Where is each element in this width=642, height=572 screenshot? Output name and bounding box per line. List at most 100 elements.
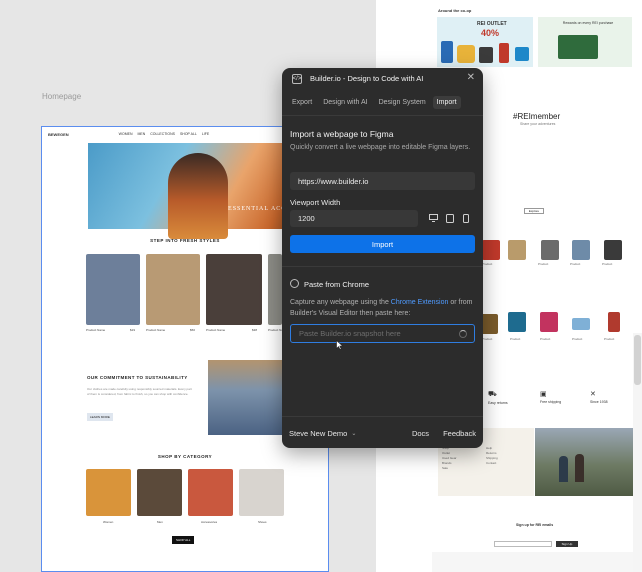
shop-all-button: SHOP ALL <box>172 536 195 544</box>
product-thumb <box>604 240 622 260</box>
signup-title: Sign up for REI emails <box>516 523 554 527</box>
hero-image <box>168 153 228 239</box>
service-shipping: ▣ Free shipping <box>540 390 561 404</box>
promo-discount: 40% <box>481 28 500 38</box>
close-icon[interactable]: ✕ <box>467 73 475 83</box>
footer-photo <box>535 428 633 496</box>
product-name: Product Name <box>86 328 106 332</box>
explore-button: Explore <box>524 208 544 214</box>
footer-link: Contact <box>486 461 497 465</box>
page-footer <box>432 552 642 572</box>
category-tile <box>86 469 131 516</box>
product-label: Product <box>482 337 493 341</box>
product-label: Product <box>510 337 521 341</box>
dialog-tabs: Export Design with AI Design System Impo… <box>282 93 483 111</box>
nav-link: SHOP ALL <box>179 132 197 136</box>
paste-snapshot-input[interactable]: Paste Builder.io snapshot here <box>290 324 475 343</box>
product-name: Product Name <box>146 328 166 332</box>
product-label: Product <box>540 337 551 341</box>
service-label: Free shipping <box>540 400 562 404</box>
category-label: Accessories <box>201 520 218 524</box>
loading-spinner-icon <box>459 330 467 338</box>
import-heading: Import a webpage to Figma <box>290 129 394 139</box>
builder-plugin-dialog: </> Builder.io - Design to Code with AI … <box>282 68 483 448</box>
service-label: Easy returns <box>488 401 508 405</box>
divider <box>282 115 483 116</box>
box-icon: ▣ <box>540 391 547 398</box>
nav-link: LIFE <box>201 132 210 136</box>
sustainability-button: LEARN MORE <box>87 413 113 421</box>
footer-link: Sale <box>442 466 449 470</box>
footer-col: Help Returns Shipping Contact <box>486 446 498 466</box>
product-label: Product <box>602 262 613 266</box>
tab-design-with-ai[interactable]: Design with AI <box>319 96 371 109</box>
service-since: ✕ Since 1938 <box>590 390 608 404</box>
signup-button: Sign Up <box>556 541 578 547</box>
product-price: $38 <box>252 328 258 332</box>
promo-item <box>515 47 529 61</box>
homepage-logo: BEWEGEN <box>48 131 69 137</box>
feedback-link[interactable]: Feedback <box>443 429 476 438</box>
tab-export[interactable]: Export <box>288 96 316 109</box>
service-label: Since 1938 <box>590 400 608 404</box>
paste-description: Capture any webpage using the Chrome Ext… <box>290 297 476 319</box>
account-switcher[interactable]: Steve New Demo ⌄ <box>289 429 356 438</box>
url-input[interactable]: https://www.builder.io <box>290 172 475 190</box>
tool-icon: ✕ <box>590 391 596 398</box>
promo-item <box>479 47 493 63</box>
product-name: Product Name <box>206 328 226 332</box>
tablet-icon[interactable] <box>444 212 456 224</box>
scrollbar-thumb[interactable] <box>634 335 641 385</box>
product-thumb <box>572 240 590 260</box>
product-thumb <box>541 240 559 260</box>
desktop-icon[interactable] <box>427 212 439 224</box>
promo-rewards: Rewards on every REI purchase <box>538 17 632 67</box>
category-label: Women <box>103 520 114 524</box>
category-label: Men <box>157 520 163 524</box>
category-title: SHOP BY CATEGORY <box>157 454 213 459</box>
member-card <box>558 35 598 59</box>
promo-item <box>499 43 509 63</box>
dialog-footer: Steve New Demo ⌄ Docs Feedback <box>282 423 483 443</box>
product-tile <box>146 254 200 325</box>
product-thumb <box>508 312 526 332</box>
promo-item <box>457 45 475 63</box>
sustainability-title: OUR COMMITMENT TO SUSTAINABILITY <box>87 375 188 380</box>
footer-col: Shop Outlet Used Gear Brands Sale <box>442 446 457 471</box>
product-label: Product <box>482 262 493 266</box>
product-thumb <box>508 240 526 260</box>
product-label: Product <box>570 262 581 266</box>
chrome-extension-link[interactable]: Chrome Extension <box>391 299 449 306</box>
divider <box>282 416 483 417</box>
category-tile <box>239 469 284 516</box>
mobile-icon[interactable] <box>460 212 472 224</box>
viewport-width-input[interactable]: 1200 <box>290 210 418 227</box>
product-thumb <box>540 312 558 332</box>
mouse-cursor-icon <box>336 340 344 350</box>
frame-label[interactable]: Homepage <box>42 92 81 101</box>
nav-link: WOMEN <box>118 132 133 136</box>
promo-item <box>441 41 453 63</box>
paste-desc-text: Capture any webpage using the <box>290 299 391 306</box>
hiker-figure <box>575 454 584 482</box>
import-button[interactable]: Import <box>290 235 475 253</box>
category-label: Shoes <box>258 520 267 524</box>
hiker-figure <box>559 456 568 482</box>
chevron-down-icon: ⌄ <box>351 430 357 437</box>
dialog-header: </> Builder.io - Design to Code with AI … <box>282 68 483 89</box>
around-title: Around the co-op <box>438 8 472 13</box>
promo-text: Rewards on every REI purchase <box>562 21 614 25</box>
tab-design-system[interactable]: Design System <box>375 96 430 109</box>
nav-link: COLLECTIONS <box>150 132 175 136</box>
builder-logo-icon: </> <box>292 73 302 84</box>
product-thumb <box>608 312 620 332</box>
product-label: Product <box>604 337 615 341</box>
paste-heading: Paste from Chrome <box>304 280 370 289</box>
sustainability-image <box>208 360 282 435</box>
tab-import[interactable]: Import <box>432 95 461 109</box>
promo-outlet: REI OUTLET 40% <box>437 17 533 67</box>
docs-link[interactable]: Docs <box>412 429 429 438</box>
paste-placeholder: Paste Builder.io snapshot here <box>299 329 401 338</box>
product-label: Product <box>572 337 583 341</box>
nav-link: MEN <box>137 132 146 136</box>
